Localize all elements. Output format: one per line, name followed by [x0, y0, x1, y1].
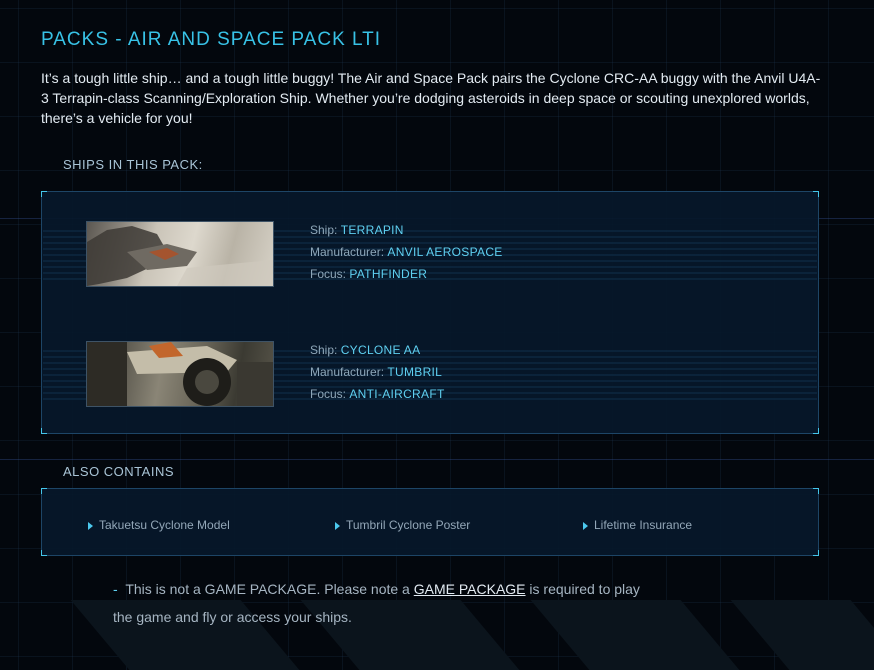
- panel-corner: [813, 428, 819, 434]
- ship-key: Ship:: [310, 343, 338, 357]
- ships-section-label: SHIPS IN THIS PACK:: [63, 157, 203, 172]
- manufacturer-key: Manufacturer:: [310, 365, 385, 379]
- terrapin-illustration: [87, 226, 273, 286]
- bullet-icon: [88, 522, 93, 530]
- panel-corner: [813, 488, 819, 494]
- manufacturer-key: Manufacturer:: [310, 245, 385, 259]
- contains-section-label: ALSO CONTAINS: [63, 464, 175, 479]
- manufacturer-row: Manufacturer: ANVIL AEROSPACE: [310, 241, 503, 263]
- contains-item-label: Tumbril Cyclone Poster: [346, 518, 471, 532]
- ship-name[interactable]: TERRAPIN: [341, 223, 404, 237]
- manufacturer-name[interactable]: TUMBRIL: [387, 365, 442, 379]
- bullet-icon: [335, 522, 340, 530]
- pack-description: It’s a tough little ship… and a tough li…: [41, 70, 821, 126]
- panel-corner: [813, 550, 819, 556]
- cyclone-ship-image[interactable]: [86, 341, 274, 407]
- manufacturer-row: Manufacturer: TUMBRIL: [310, 361, 445, 383]
- page-title: PACKS - AIR AND SPACE PACK LTI: [41, 29, 382, 50]
- panel-corner: [41, 191, 47, 197]
- focus-value: PATHFINDER: [349, 267, 428, 281]
- panel-corner: [41, 428, 47, 434]
- ship-row: Ship: CYCLONE AA: [310, 339, 445, 361]
- manufacturer-name[interactable]: ANVIL AEROSPACE: [387, 245, 502, 259]
- contains-item: Tumbril Cyclone Poster: [335, 518, 470, 532]
- game-package-note: - This is not a GAME PACKAGE. Please not…: [113, 575, 643, 631]
- contains-item-label: Takuetsu Cyclone Model: [99, 518, 230, 532]
- focus-key: Focus:: [310, 267, 347, 281]
- panel-corner: [41, 488, 47, 494]
- contains-item: Lifetime Insurance: [583, 518, 692, 532]
- ship-row: Ship: TERRAPIN: [310, 219, 503, 241]
- ship-key: Ship:: [310, 223, 338, 237]
- ship-name[interactable]: CYCLONE AA: [341, 343, 421, 357]
- note-text: This is not a GAME PACKAGE. Please note …: [125, 581, 410, 597]
- focus-row: Focus: ANTI-AIRCRAFT: [310, 383, 445, 405]
- panel-corner: [41, 550, 47, 556]
- bullet-icon: [583, 522, 588, 530]
- note-dash: -: [113, 581, 118, 597]
- ships-panel: Ship: TERRAPIN Manufacturer: ANVIL AEROS…: [41, 191, 819, 434]
- panel-corner: [813, 191, 819, 197]
- terrapin-info: Ship: TERRAPIN Manufacturer: ANVIL AEROS…: [310, 219, 503, 285]
- cyclone-illustration: [87, 342, 273, 406]
- cyclone-info: Ship: CYCLONE AA Manufacturer: TUMBRIL F…: [310, 339, 445, 405]
- terrapin-ship-image[interactable]: [86, 221, 274, 287]
- contains-item: Takuetsu Cyclone Model: [88, 518, 230, 532]
- game-package-link[interactable]: GAME PACKAGE: [414, 581, 526, 597]
- contains-item-label: Lifetime Insurance: [594, 518, 693, 532]
- focus-value: ANTI-AIRCRAFT: [349, 387, 445, 401]
- focus-key: Focus:: [310, 387, 347, 401]
- focus-row: Focus: PATHFINDER: [310, 263, 503, 285]
- contains-panel: Takuetsu Cyclone Model Tumbril Cyclone P…: [41, 488, 819, 556]
- background-rule: [0, 459, 874, 460]
